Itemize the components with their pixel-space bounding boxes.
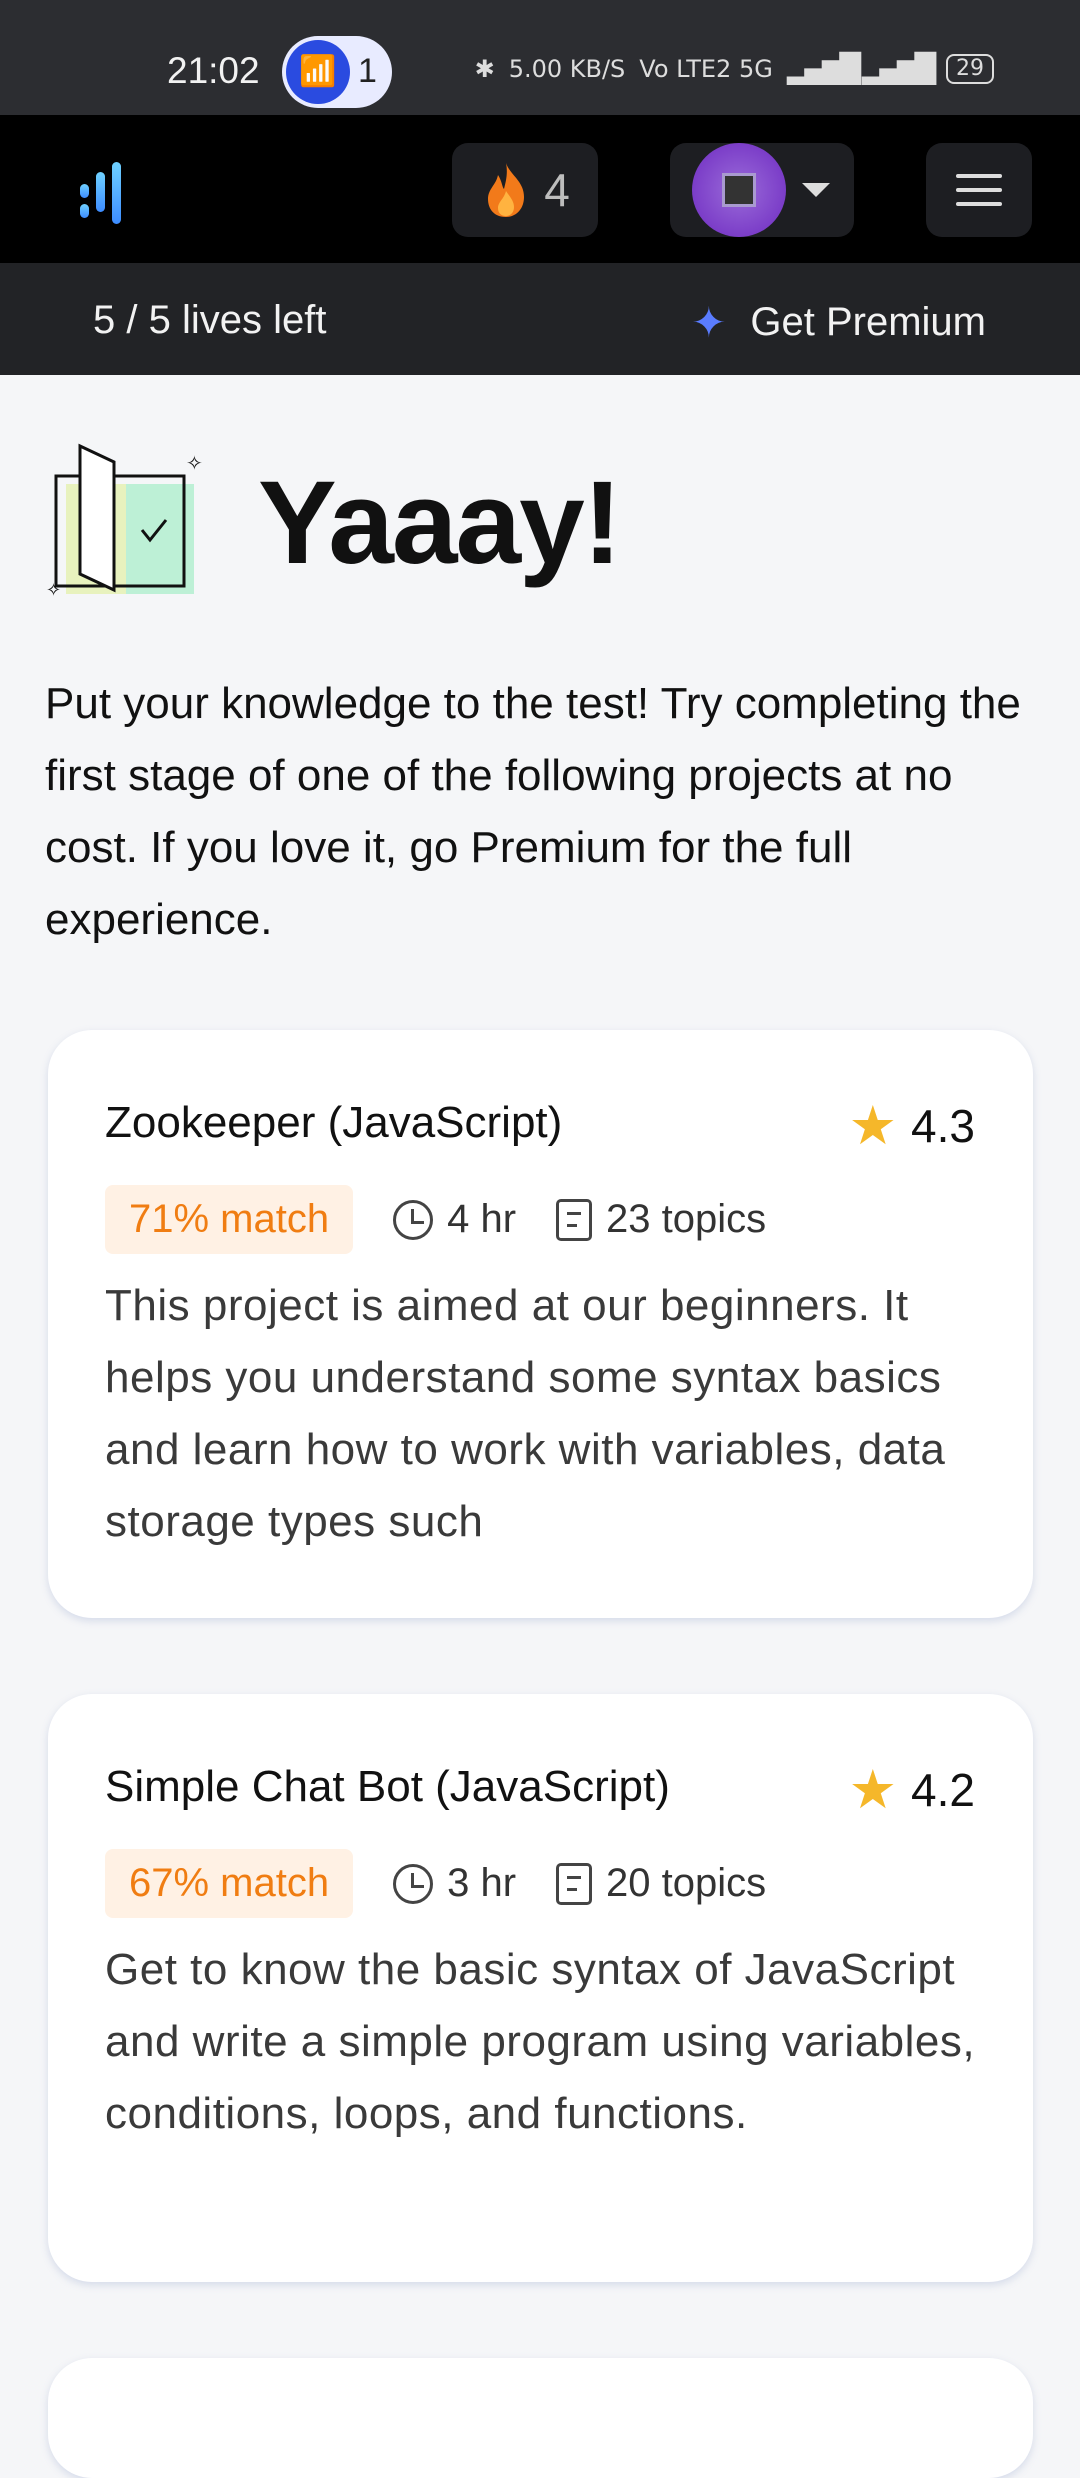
battery-level: 29: [956, 55, 984, 81]
hamburger-icon-line: [956, 188, 1002, 192]
star-icon: ★: [848, 1096, 898, 1156]
project-card[interactable]: Simple Chat Bot (JavaScript) ★ 4.2 67% m…: [48, 1694, 1033, 2282]
project-meta: 67% match 3 hr 20 topics: [105, 1849, 766, 1918]
hamburger-icon-line: [956, 202, 1002, 206]
project-card[interactable]: [48, 2358, 1033, 2478]
top-navigation: 4: [0, 115, 1080, 263]
duration-value: 3 hr: [447, 1861, 517, 1905]
rating-value: 4.2: [911, 1763, 975, 1816]
lives-left-text: 5 / 5 lives left: [93, 298, 327, 342]
hotspot-icon: 📶: [286, 40, 350, 104]
topics: 20 topics: [556, 1861, 766, 1906]
clock-icon: [393, 1199, 434, 1240]
avatar: [692, 143, 786, 237]
svg-text:✧: ✧: [46, 580, 61, 600]
project-meta: 71% match 4 hr 23 topics: [105, 1185, 766, 1254]
get-premium-link[interactable]: ✦ Get Premium: [691, 298, 986, 347]
match-badge: 71% match: [105, 1185, 354, 1254]
intro-text: Put your knowledge to the test! Try comp…: [45, 679, 1021, 944]
hamburger-icon-line: [956, 174, 1002, 178]
fire-icon: [488, 163, 525, 217]
project-description: Get to know the basic syntax of JavaScri…: [105, 1945, 976, 2138]
star-icon: ★: [848, 1760, 898, 1820]
network-type: Vo LTE2 5G: [639, 54, 773, 83]
profile-button[interactable]: [670, 143, 854, 237]
text-fade: [793, 1480, 913, 1552]
svg-text:✧: ✧: [186, 453, 203, 475]
match-badge: 67% match: [105, 1849, 354, 1918]
menu-button[interactable]: [926, 143, 1032, 237]
clock-icon: [393, 1863, 434, 1904]
chevron-down-icon: [802, 183, 830, 197]
battery-icon: 29: [946, 53, 994, 84]
duration: 4 hr: [393, 1197, 516, 1242]
status-time: 21:02: [167, 50, 260, 91]
duration: 3 hr: [393, 1861, 516, 1906]
project-rating: ★ 4.2: [849, 1758, 975, 1821]
notification-pill[interactable]: 📶 1: [282, 36, 392, 108]
streak-count: 4: [544, 164, 570, 216]
system-status-bar: 21:02 📶 1 ✱ 5.00 KB/S Vo LTE2 5G ▂▄▆█ ▂▄…: [0, 0, 1080, 115]
cpu-chip-icon: [722, 173, 756, 207]
project-rating: ★ 4.3: [849, 1094, 975, 1157]
topics: 23 topics: [556, 1197, 766, 1242]
topics-value: 23 topics: [606, 1197, 767, 1241]
rating-value: 4.3: [911, 1099, 975, 1152]
app-logo-icon[interactable]: [80, 162, 136, 224]
signal-icon: ▂▄▆█ ▂▄▆█: [786, 52, 936, 85]
sparkle-icon: ✦: [691, 299, 727, 346]
streak-button[interactable]: 4: [452, 143, 598, 237]
book-check-illustration: ✧ ✧: [46, 443, 203, 600]
project-title: Simple Chat Bot (JavaScript): [105, 1762, 670, 1811]
notification-count: 1: [358, 52, 377, 90]
bluetooth-icon: ✱: [474, 54, 495, 83]
topics-value: 20 topics: [606, 1861, 767, 1905]
network-speed: 5.00 KB/S: [508, 54, 626, 83]
topics-icon: [556, 1862, 593, 1905]
lives-bar: 5 / 5 lives left ✦ Get Premium: [0, 263, 1080, 375]
project-title: Zookeeper (JavaScript): [105, 1098, 563, 1147]
page-title: Yaaay!: [258, 457, 622, 589]
status-indicators: ✱ 5.00 KB/S Vo LTE2 5G ▂▄▆█ ▂▄▆█ 29: [475, 52, 994, 85]
project-card[interactable]: Zookeeper (JavaScript) ★ 4.3 71% match 4…: [48, 1030, 1033, 1618]
topics-icon: [556, 1198, 593, 1241]
duration-value: 4 hr: [447, 1197, 517, 1241]
get-premium-label: Get Premium: [750, 300, 986, 344]
